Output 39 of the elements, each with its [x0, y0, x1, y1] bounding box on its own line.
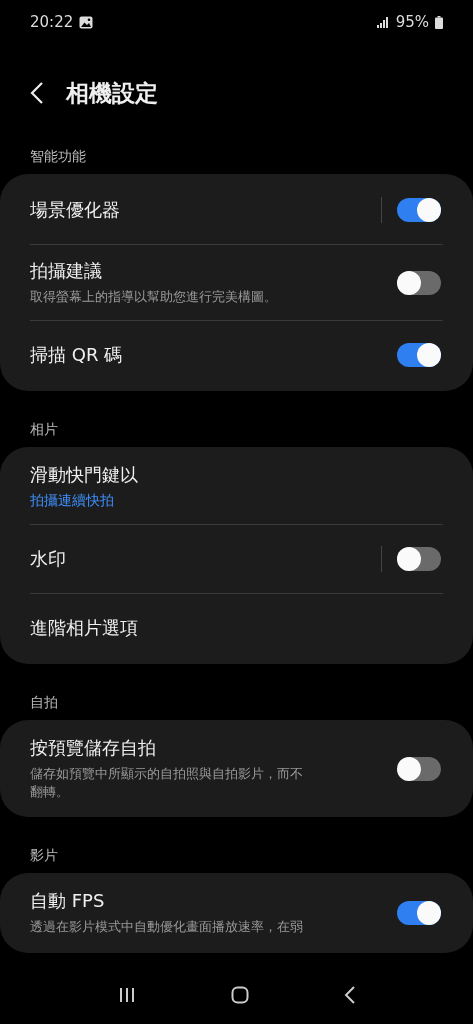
setting-title: 拍攝建議	[30, 259, 103, 283]
setting-title: 掃描 QR 碼	[30, 343, 124, 368]
setting-title: 場景優化器	[30, 198, 121, 222]
setting-title: 滑動快門鍵以	[30, 463, 139, 488]
toggle-switch[interactable]	[397, 198, 441, 222]
setting-value: 拍攝連續快拍	[30, 492, 115, 511]
status-time: 20:22	[30, 13, 74, 31]
setting-row[interactable]: 掃描 QR 碼	[0, 321, 473, 390]
battery-icon	[435, 15, 443, 29]
section-header: 相片	[29, 420, 59, 440]
setting-row[interactable]: 水印	[0, 525, 473, 594]
toggle-switch[interactable]	[397, 900, 441, 925]
setting-row[interactable]: 自動 FPS 透過在影片模式中自動優化畫面播放速率，在弱	[0, 875, 473, 951]
setting-row[interactable]: 拍攝建議 取得螢幕上的指導以幫助您進行完美構圖。	[0, 245, 473, 321]
setting-description: 取得螢幕上的指導以幫助您進行完美構圖。	[30, 288, 278, 306]
section-header: 影片	[29, 846, 59, 866]
back-icon[interactable]	[343, 985, 356, 1004]
setting-description: 透過在影片模式中自動優化畫面播放速率，在弱	[30, 918, 304, 937]
toggle-switch[interactable]	[397, 756, 441, 781]
image-icon	[79, 15, 94, 29]
setting-title: 進階相片選項	[30, 616, 139, 641]
battery-percent: 95%	[395, 13, 429, 31]
setting-description: 儲存如預覽中所顯示的自拍照與自拍影片，而不翻轉。	[30, 765, 304, 802]
toggle-switch[interactable]	[397, 343, 441, 368]
setting-row[interactable]: 進階相片選項	[0, 594, 473, 663]
setting-row[interactable]: 場景優化器	[0, 176, 473, 244]
toggle-switch[interactable]	[397, 270, 441, 295]
setting-title: 水印	[30, 547, 67, 572]
setting-title: 按預覽儲存自拍	[30, 736, 157, 761]
setting-row[interactable]: 滑動快門鍵以 拍攝連續快拍	[0, 449, 473, 525]
toggle-switch[interactable]	[397, 547, 441, 572]
setting-row[interactable]: 按預覽儲存自拍 儲存如預覽中所顯示的自拍照與自拍影片，而不翻轉。	[0, 722, 473, 816]
setting-title: 自動 FPS	[30, 889, 106, 914]
home-icon[interactable]	[230, 985, 249, 1004]
section-header: 智能功能	[29, 147, 87, 166]
signal-icon	[376, 16, 390, 28]
page-title: 相機設定	[66, 78, 158, 108]
section-header: 自拍	[29, 693, 59, 713]
recent-apps-icon[interactable]	[117, 986, 136, 1003]
